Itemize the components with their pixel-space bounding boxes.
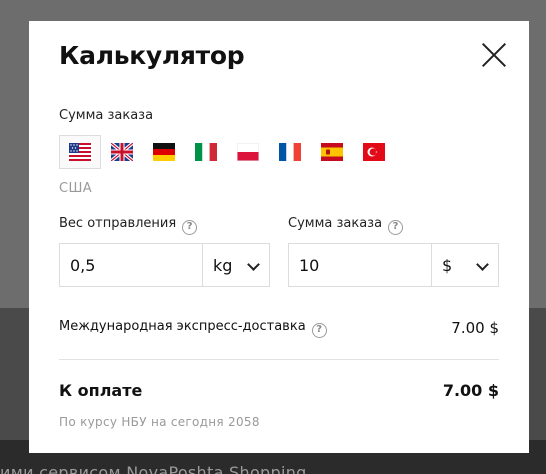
chevron-down-icon [247, 258, 260, 271]
weight-label: Вес отправления? [59, 216, 198, 235]
es-flag-icon [321, 143, 343, 161]
us-flag-icon [69, 143, 91, 161]
weight-unit-value: kg [213, 256, 233, 275]
divider [59, 359, 499, 360]
flag-option-tr[interactable] [353, 135, 395, 169]
flag-option-uk[interactable] [101, 135, 143, 169]
selected-country: США [59, 181, 93, 196]
fr-flag-icon [279, 143, 301, 161]
weight-field: 0,5 kg [59, 243, 270, 287]
close-icon[interactable] [481, 42, 507, 68]
weight-input[interactable]: 0,5 [70, 256, 95, 275]
currency-select[interactable]: $ [431, 244, 498, 286]
pl-flag-icon [237, 143, 259, 161]
de-flag-icon [153, 143, 175, 161]
flag-option-fr[interactable] [269, 135, 311, 169]
weight-unit-select[interactable]: kg [202, 244, 269, 286]
sum-help-icon[interactable]: ? [388, 220, 404, 235]
exchange-rate-note: По курсу НБУ на сегодня 2058 [59, 415, 260, 429]
sum-label-text: Сумма заказа [288, 216, 383, 231]
tr-flag-icon [363, 143, 385, 161]
sum-input[interactable]: 10 [299, 256, 319, 275]
flag-option-de[interactable] [143, 135, 185, 169]
flag-option-it[interactable] [185, 135, 227, 169]
weight-label-text: Вес отправления [59, 216, 177, 231]
express-delivery-label-text: Международная экспресс-доставка [59, 319, 306, 334]
delivery-help-icon[interactable]: ? [311, 323, 327, 338]
currency-value: $ [442, 256, 453, 275]
express-delivery-value: 7.00 $ [451, 319, 499, 337]
order-amount-label: Сумма заказа [59, 108, 154, 123]
weight-help-icon[interactable]: ? [182, 220, 198, 235]
backdrop-footer-text: ими сервисом NovaPoshta Shopping [0, 463, 307, 474]
chevron-down-icon [476, 258, 489, 271]
sum-label: Сумма заказа? [288, 216, 404, 235]
flag-option-us[interactable] [59, 135, 101, 169]
flag-option-es[interactable] [311, 135, 353, 169]
total-value: 7.00 $ [442, 381, 499, 400]
total-label: К оплате [59, 381, 143, 400]
calculator-modal: Калькулятор Сумма заказа США Вес отправл… [29, 21, 529, 453]
uk-flag-icon [111, 143, 133, 161]
modal-title: Калькулятор [59, 41, 245, 70]
flag-option-pl[interactable] [227, 135, 269, 169]
it-flag-icon [195, 143, 217, 161]
express-delivery-label: Международная экспресс-доставка? [59, 319, 327, 338]
sum-field: 10 $ [288, 243, 499, 287]
